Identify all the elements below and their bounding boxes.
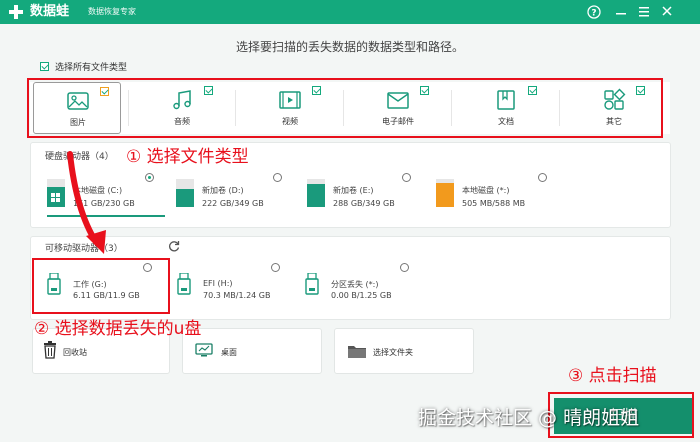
removable-drive-h-name: EFI (H:) bbox=[203, 279, 233, 288]
app-name: 数据蛙 bbox=[30, 4, 70, 19]
annotation-arrow-icon bbox=[67, 151, 106, 254]
watermark: 掘金技术社区 @ 晴朗姐姐 bbox=[418, 407, 640, 429]
minimize-icon[interactable] bbox=[612, 3, 630, 21]
hard-drive-icon bbox=[307, 179, 325, 207]
annotation-step-1: ① 选择文件类型 bbox=[126, 147, 249, 167]
removable-drive-lost[interactable]: 分区丢失 (*:) 0.00 B/1.25 GB bbox=[305, 267, 425, 315]
app-logo-icon bbox=[9, 5, 23, 19]
removable-drive-h-radio[interactable] bbox=[271, 263, 280, 272]
folder-icon bbox=[348, 346, 366, 358]
location-desktop[interactable]: 桌面 bbox=[182, 328, 322, 374]
removable-drive-h-size: 70.3 MB/1.24 GB bbox=[203, 291, 271, 300]
usb-drive-icon bbox=[177, 273, 191, 295]
drive-star-size: 505 MB/588 MB bbox=[462, 199, 526, 208]
location-select-folder[interactable]: 选择文件夹 bbox=[334, 328, 474, 374]
drive-e[interactable]: 新加卷 (E:) 288 GB/349 GB bbox=[307, 179, 427, 227]
desktop-icon bbox=[195, 343, 213, 357]
select-all-checkbox[interactable]: 选择所有文件类型 bbox=[40, 62, 127, 74]
refresh-icon[interactable] bbox=[168, 240, 180, 252]
location-select-folder-label: 选择文件夹 bbox=[373, 348, 413, 357]
removable-drive-lost-size: 0.00 B/1.25 GB bbox=[331, 291, 392, 300]
drive-d-name: 新加卷 (D:) bbox=[202, 186, 244, 195]
removable-drive-lost-name: 分区丢失 (*:) bbox=[331, 280, 379, 289]
drive-e-radio[interactable] bbox=[402, 173, 411, 182]
drive-e-size: 288 GB/349 GB bbox=[333, 199, 395, 208]
hard-drive-icon bbox=[436, 179, 454, 207]
hard-drive-icon bbox=[176, 179, 194, 207]
menu-icon[interactable] bbox=[635, 3, 653, 21]
help-icon[interactable]: ? bbox=[585, 3, 603, 21]
location-recycle-bin-label: 回收站 bbox=[63, 348, 87, 357]
removable-drive-h[interactable]: EFI (H:) 70.3 MB/1.24 GB bbox=[177, 267, 297, 315]
usb-drive-icon bbox=[305, 273, 319, 295]
annotation-box-usb-drive bbox=[32, 258, 170, 314]
drive-d-size: 222 GB/349 GB bbox=[202, 199, 264, 208]
drive-d[interactable]: 新加卷 (D:) 222 GB/349 GB bbox=[176, 179, 296, 227]
title-bar: 数据蛙 数据恢复专家 ? bbox=[0, 0, 700, 24]
app-subtitle: 数据恢复专家 bbox=[88, 7, 136, 16]
removable-drive-lost-radio[interactable] bbox=[400, 263, 409, 272]
drive-star[interactable]: 本地磁盘 (*:) 505 MB/588 MB bbox=[436, 179, 556, 227]
select-all-label: 选择所有文件类型 bbox=[55, 63, 128, 73]
annotation-step-3: ③ 点击扫描 bbox=[568, 366, 657, 386]
drive-d-radio[interactable] bbox=[273, 173, 282, 182]
recycle-bin-icon bbox=[44, 341, 56, 359]
checkbox-icon[interactable] bbox=[40, 62, 49, 71]
drive-c-radio[interactable] bbox=[145, 173, 154, 182]
location-desktop-label: 桌面 bbox=[221, 348, 237, 357]
annotation-box-file-types bbox=[27, 78, 663, 138]
drive-e-name: 新加卷 (E:) bbox=[333, 186, 374, 195]
page-heading: 选择要扫描的丢失数据的数据类型和路径。 bbox=[235, 40, 464, 54]
drive-star-name: 本地磁盘 (*:) bbox=[462, 186, 510, 195]
close-icon[interactable] bbox=[658, 3, 676, 21]
drive-star-radio[interactable] bbox=[538, 173, 547, 182]
svg-text:?: ? bbox=[591, 9, 596, 19]
annotation-step-2: ② 选择数据丢失的u盘 bbox=[34, 319, 202, 339]
